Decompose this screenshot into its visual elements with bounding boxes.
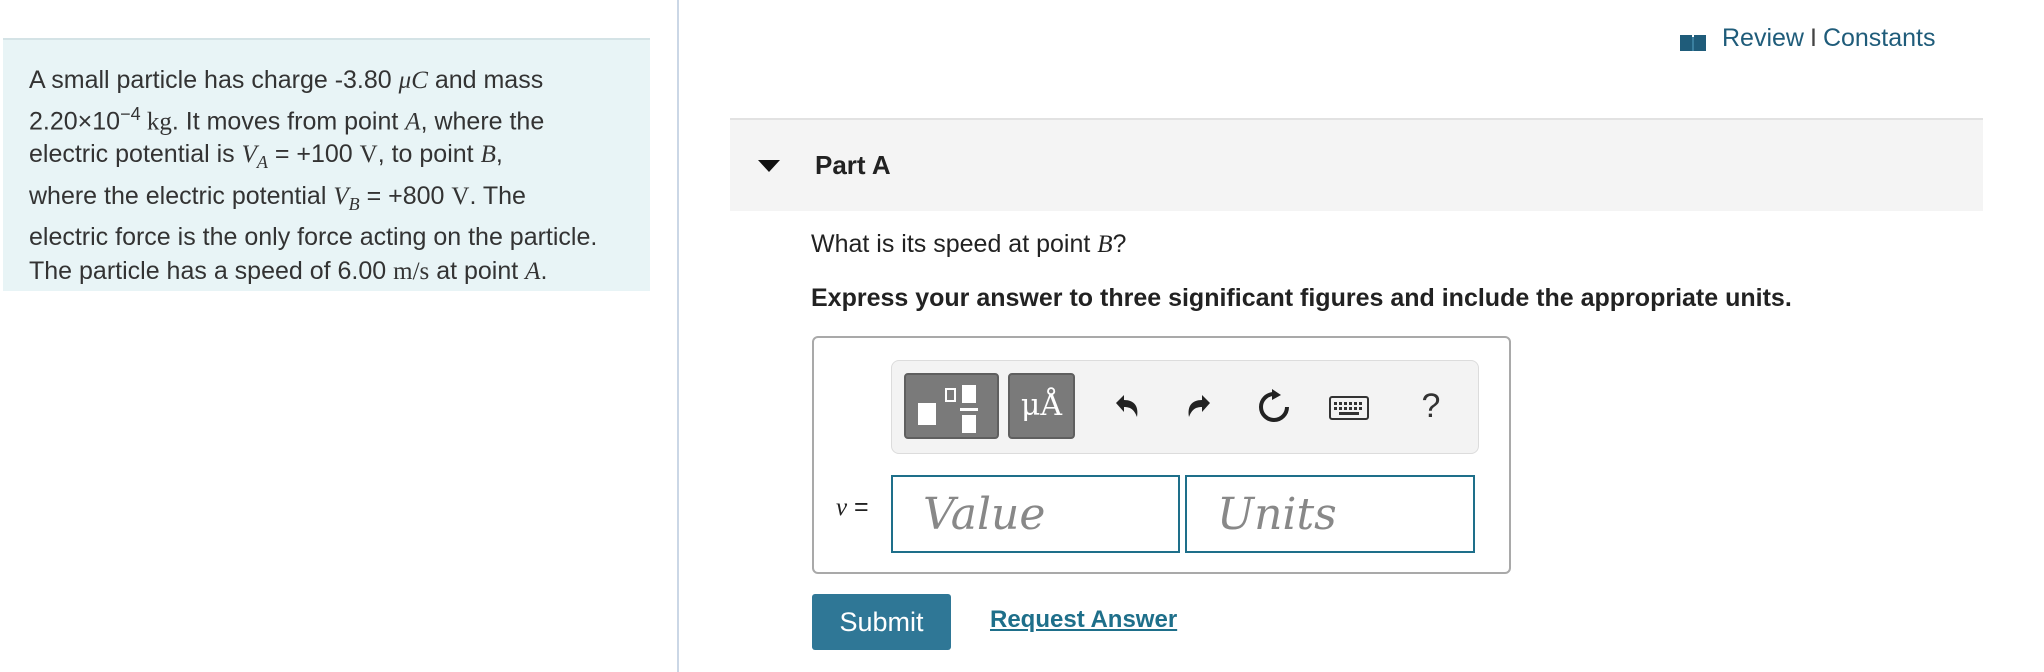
problem-line-2: 2.20×10−4 kg. It moves from point A, whe… [29, 98, 626, 139]
keyboard-icon[interactable] [1329, 395, 1369, 423]
point-a: A [405, 107, 421, 135]
resource-links: Review I Constants [1680, 24, 1936, 53]
volt-unit: V [451, 182, 470, 210]
answer-variable: v [836, 494, 848, 521]
equals-sign: = [847, 493, 869, 521]
answer-box: μÅ ? v = Value Units [812, 336, 1511, 574]
problem-text: . The [469, 181, 526, 210]
panel-divider [677, 0, 679, 672]
problem-text: The particle has a speed of 6.00 [29, 256, 394, 285]
review-link[interactable]: Review [1722, 24, 1804, 53]
link-separator: I [1809, 24, 1817, 52]
charge-unit: μC [398, 67, 428, 94]
problem-statement: A small particle has charge -3.80 μC and… [3, 38, 650, 291]
book-icon [1680, 30, 1706, 51]
problem-text: and mass [427, 66, 544, 94]
value-input[interactable] [891, 475, 1180, 553]
undo-icon[interactable] [1106, 387, 1146, 427]
problem-text: , [495, 140, 503, 169]
answer-instructions: Express your answer to three significant… [811, 284, 1792, 312]
problem-line-5: electric force is the only force acting … [29, 223, 598, 252]
speed-unit: m/s [393, 257, 430, 285]
problem-text: . [540, 256, 548, 285]
units-input[interactable] [1185, 475, 1475, 553]
mass-exponent: −4 [120, 103, 141, 124]
collapse-caret-icon[interactable] [758, 160, 780, 172]
point-a: A [525, 257, 541, 285]
potential-b-value: = +800 [359, 181, 452, 210]
problem-text: where the electric potential [29, 181, 334, 210]
point-b: B [480, 141, 496, 169]
potential-symbol: V [333, 182, 349, 210]
templates-button[interactable] [904, 373, 999, 439]
help-button[interactable]: ? [1416, 383, 1446, 429]
part-title: Part A [815, 150, 891, 180]
problem-text: . It moves from point [171, 106, 406, 135]
mass-unit: kg [140, 107, 172, 135]
problem-text: A small particle has charge -3.80 [29, 66, 399, 94]
question-suffix: ? [1112, 230, 1127, 258]
problem-text: , to point [377, 140, 481, 169]
reset-icon[interactable] [1254, 387, 1294, 427]
math-toolbar: μÅ ? [891, 360, 1479, 454]
answer-variable-label: v = [836, 493, 869, 522]
potential-symbol: V [241, 141, 257, 169]
part-header[interactable]: Part A [730, 118, 1983, 211]
volt-unit: V [359, 141, 378, 169]
potential-subscript: B [348, 193, 360, 214]
problem-text: at point [429, 256, 526, 285]
question-prefix: What is its speed at point [811, 230, 1098, 258]
potential-subscript: A [256, 152, 268, 173]
point-b: B [1097, 231, 1113, 258]
potential-a-value: = +100 [267, 140, 360, 169]
request-answer-link[interactable]: Request Answer [990, 606, 1177, 634]
problem-text: electric potential is [29, 140, 242, 169]
problem-text: , where the [420, 106, 545, 135]
question-text: What is its speed at point B? [811, 230, 1126, 259]
units-button[interactable]: μÅ [1008, 373, 1075, 439]
redo-icon[interactable] [1180, 387, 1220, 427]
submit-button[interactable]: Submit [812, 594, 951, 650]
problem-line-6: The particle has a speed of 6.00 m/s at … [29, 255, 626, 289]
constants-link[interactable]: Constants [1823, 24, 1936, 53]
problem-line-4: where the electric potential VB = +800 V… [29, 180, 626, 222]
problem-line-3: electric potential is VA = +100 V, to po… [29, 138, 626, 180]
mass-mantissa: 2.20×10 [29, 106, 121, 135]
fraction-template-icon [918, 385, 978, 433]
problem-line-1: A small particle has charge -3.80 μC and… [29, 64, 626, 98]
